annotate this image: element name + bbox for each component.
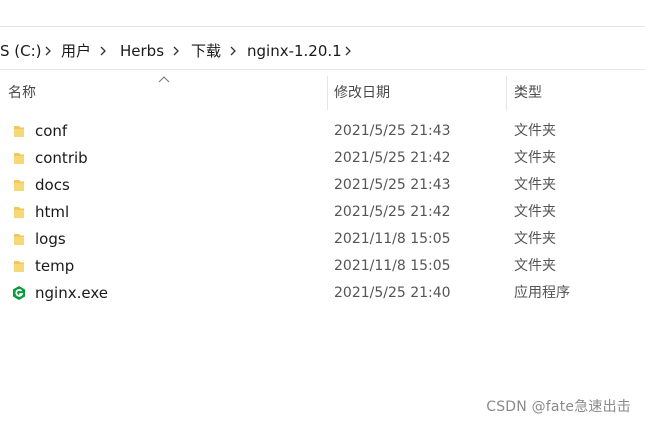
file-name: conf — [35, 122, 68, 140]
folder-icon — [14, 126, 24, 137]
file-type: 应用程序 — [514, 285, 570, 301]
column-header-type[interactable]: 类型 — [514, 84, 542, 102]
file-name: logs — [35, 230, 66, 248]
file-row[interactable]: contrib 2021/5/25 21:42 文件夹 — [0, 145, 645, 172]
file-date: 2021/5/25 21:43 — [334, 177, 451, 193]
file-date: 2021/5/25 21:42 — [334, 150, 451, 166]
file-date: 2021/11/8 15:05 — [334, 231, 451, 247]
file-type: 文件夹 — [514, 204, 556, 220]
file-type: 文件夹 — [514, 231, 556, 247]
breadcrumb-users[interactable]: 用户 — [61, 41, 91, 61]
file-date: 2021/11/8 15:05 — [334, 258, 451, 274]
folder-icon — [14, 153, 24, 164]
folder-icon — [14, 180, 24, 191]
file-row[interactable]: conf 2021/5/25 21:43 文件夹 — [0, 118, 645, 145]
chevron-right-icon[interactable] — [341, 44, 355, 58]
nginx-app-icon — [13, 286, 25, 300]
file-row[interactable]: docs 2021/5/25 21:43 文件夹 — [0, 172, 645, 199]
file-name: contrib — [35, 149, 88, 167]
file-type: 文件夹 — [514, 258, 556, 274]
folder-icon — [14, 207, 24, 218]
file-name: temp — [35, 257, 75, 275]
column-header-row — [0, 76, 645, 110]
file-type: 文件夹 — [514, 150, 556, 166]
folder-icon — [14, 234, 24, 245]
chevron-right-icon[interactable] — [169, 44, 183, 58]
file-name: docs — [35, 176, 70, 194]
file-row[interactable]: html 2021/5/25 21:42 文件夹 — [0, 199, 645, 226]
file-name: nginx.exe — [35, 284, 108, 302]
column-divider[interactable] — [327, 76, 328, 110]
breadcrumb-nginx[interactable]: nginx-1.20.1 — [247, 41, 342, 61]
file-row[interactable]: logs 2021/11/8 15:05 文件夹 — [0, 226, 645, 253]
chevron-right-icon[interactable] — [96, 44, 110, 58]
watermark: CSDN @fate急速出击 — [486, 399, 631, 415]
file-row[interactable]: temp 2021/11/8 15:05 文件夹 — [0, 253, 645, 280]
file-type: 文件夹 — [514, 123, 556, 139]
chevron-right-icon[interactable] — [226, 44, 240, 58]
breadcrumb-herbs[interactable]: Herbs — [120, 41, 164, 61]
folder-icon — [14, 261, 24, 272]
column-header-name[interactable]: 名称 — [8, 84, 36, 102]
file-row[interactable]: nginx.exe 2021/5/25 21:40 应用程序 — [0, 280, 645, 307]
sort-ascending-icon — [158, 76, 170, 83]
file-date: 2021/5/25 21:42 — [334, 204, 451, 220]
window-top-strip — [0, 0, 645, 27]
file-date: 2021/5/25 21:43 — [334, 123, 451, 139]
breadcrumb-downloads[interactable]: 下载 — [191, 41, 221, 61]
breadcrumb-drive[interactable]: S (C:) — [0, 41, 42, 61]
file-date: 2021/5/25 21:40 — [334, 285, 451, 301]
column-header-date[interactable]: 修改日期 — [334, 84, 390, 102]
file-type: 文件夹 — [514, 177, 556, 193]
file-name: html — [35, 203, 70, 221]
column-divider[interactable] — [506, 76, 507, 110]
chevron-right-icon[interactable] — [41, 44, 55, 58]
